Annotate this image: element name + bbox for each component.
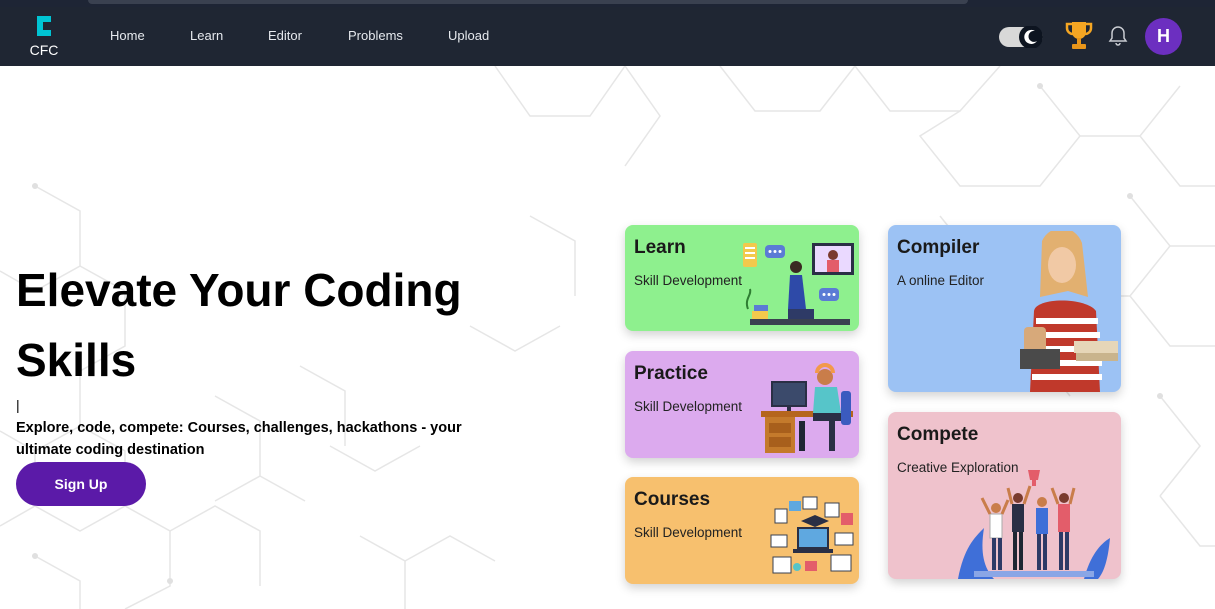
hero-subtitle: Explore, code, compete: Courses, challen…	[16, 420, 462, 458]
top-navbar: CFC Home Learn Editor Problems Upload H	[0, 7, 1215, 66]
nav-link-learn[interactable]: Learn	[190, 28, 223, 43]
compete-illustration-icon	[958, 470, 1110, 579]
compiler-illustration-icon	[1020, 231, 1118, 392]
courses-illustration-icon	[770, 496, 854, 574]
card-courses-subtitle: Skill Development	[634, 525, 743, 540]
nav-link-problems[interactable]: Problems	[348, 28, 403, 43]
learn-illustration-icon	[743, 243, 854, 325]
logo-text: CFC	[29, 42, 59, 58]
card-compiler-title: Compiler	[897, 237, 980, 258]
browser-address-bar-edge	[88, 0, 968, 4]
hero-title: Elevate Your Coding Skills	[16, 264, 462, 386]
browser-chrome-strip	[0, 0, 1215, 7]
card-compiler-subtitle: A online Editor	[897, 273, 985, 288]
logo[interactable]: CFC	[26, 15, 62, 61]
sign-up-button[interactable]: Sign Up	[16, 462, 146, 506]
card-practice-subtitle: Skill Development	[634, 399, 743, 414]
card-practice-title: Practice	[634, 363, 708, 384]
trophy-icon[interactable]	[1064, 20, 1094, 52]
card-compiler[interactable]: Compiler A online Editor	[888, 225, 1121, 392]
card-compete[interactable]: Compete Creative Exploration	[888, 412, 1121, 579]
card-learn-title: Learn	[634, 237, 686, 258]
user-avatar[interactable]: H	[1145, 18, 1182, 55]
card-compete-title: Compete	[897, 424, 979, 445]
card-practice[interactable]: Practice Skill Development	[625, 351, 859, 458]
typing-caret: |	[16, 397, 20, 413]
card-courses[interactable]: Courses Skill Development	[625, 477, 859, 584]
theme-toggle-icon[interactable]	[999, 26, 1045, 48]
nav-link-upload[interactable]: Upload	[448, 28, 489, 43]
nav-link-editor[interactable]: Editor	[268, 28, 302, 43]
logo-mark-icon	[37, 16, 51, 36]
bell-icon[interactable]	[1108, 25, 1128, 47]
card-learn-subtitle: Skill Development	[634, 273, 743, 288]
practice-illustration-icon	[761, 363, 853, 453]
nav-link-home[interactable]: Home	[110, 28, 145, 43]
card-courses-title: Courses	[634, 489, 711, 510]
card-learn[interactable]: Learn Skill Development	[625, 225, 859, 331]
